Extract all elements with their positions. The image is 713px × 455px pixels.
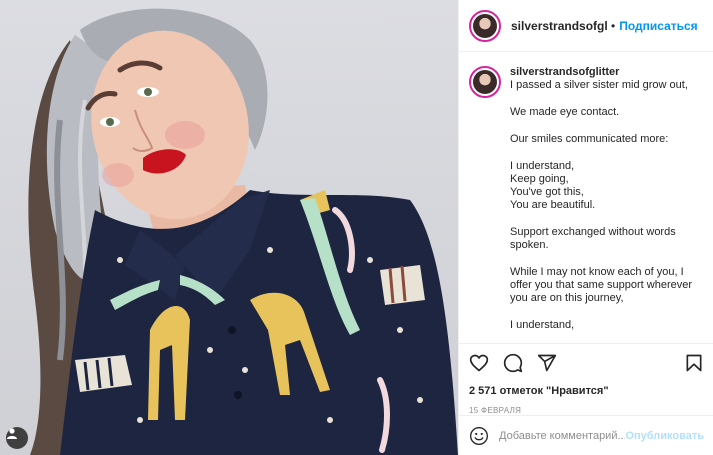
caption-line: spoken.: [510, 239, 549, 251]
post-actions: 2 571 отметок "Нравится" 15 ФЕВРАЛЯ: [459, 343, 713, 415]
caption-gap: [510, 305, 692, 319]
caption-gap: [510, 119, 692, 133]
caption-line: you are on this journey,: [510, 292, 624, 304]
avatar-image: [473, 70, 497, 94]
photo-illustration: [28, 8, 458, 455]
caption-line: I understand,: [510, 160, 575, 172]
caption-gap: [510, 212, 692, 226]
caption-line: Our smiles communicated more:: [510, 133, 669, 145]
share-icon[interactable]: [537, 353, 557, 373]
caption-block: silverstrandsofglitter I passed a silver…: [459, 52, 713, 342]
caption-avatar[interactable]: [469, 66, 501, 98]
post-side-panel: silverstrandsofglitter • Подписаться sil…: [458, 0, 713, 455]
caption-line: We made eye contact.: [510, 106, 620, 118]
caption-line: You've got this,: [510, 186, 584, 198]
caption-line: While I may not know each of you, I: [510, 266, 684, 278]
avatar-image: [473, 13, 497, 38]
caption-gap: [510, 146, 692, 160]
caption-line: Support exchanged without words: [510, 226, 676, 238]
header-separator: •: [611, 18, 616, 33]
post-date[interactable]: 15 ФЕВРАЛЯ: [469, 406, 704, 415]
caption-line: I passed a silver sister mid grow out,: [510, 79, 688, 91]
caption-line: offer you that same support wherever: [510, 279, 693, 291]
action-icons-row: [469, 352, 704, 374]
caption-line: Keep going,: [510, 173, 569, 185]
post-photo[interactable]: [0, 0, 458, 455]
bookmark-icon[interactable]: [684, 353, 704, 373]
comment-input[interactable]: Добавьте комментарий...: [499, 430, 625, 442]
avatar[interactable]: [469, 9, 501, 42]
caption-text: silverstrandsofglitter I passed a silver…: [510, 66, 692, 342]
heart-icon[interactable]: [469, 353, 489, 373]
caption-username[interactable]: silverstrandsofglitter: [510, 66, 692, 79]
caption-gap: [510, 92, 692, 106]
person-icon: [7, 428, 17, 439]
publish-button[interactable]: Опубликовать: [625, 430, 704, 442]
instagram-post: silverstrandsofglitter • Подписаться sil…: [0, 0, 713, 455]
header-username[interactable]: silverstrandsofglitter: [511, 19, 607, 33]
caption-line: You are beautiful.: [510, 199, 596, 211]
post-header: silverstrandsofglitter • Подписаться: [459, 0, 713, 52]
follow-button[interactable]: Подписаться: [619, 19, 697, 33]
emoji-icon[interactable]: [469, 426, 489, 446]
caption-line: I understand,: [510, 319, 575, 331]
comment-icon[interactable]: [503, 353, 523, 373]
user-tag-icon[interactable]: [6, 427, 28, 449]
likes-count[interactable]: 2 571 отметок "Нравится": [469, 385, 704, 397]
comment-bar: Добавьте комментарий... Опубликовать: [459, 415, 713, 455]
caption-gap: [510, 252, 692, 266]
